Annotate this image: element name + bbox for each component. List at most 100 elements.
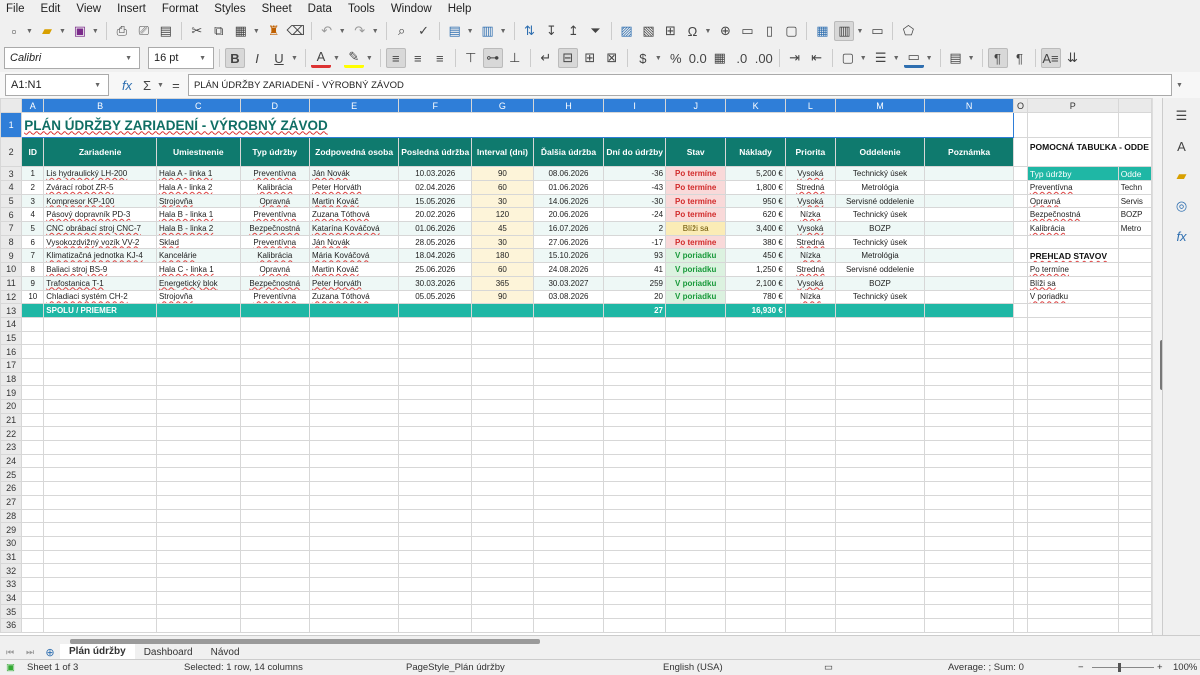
cell[interactable] — [725, 371, 786, 387]
cell[interactable] — [1117, 330, 1152, 346]
cell-days[interactable]: -17 — [603, 234, 667, 250]
cell[interactable] — [532, 563, 605, 578]
cell[interactable] — [532, 344, 605, 359]
cell[interactable] — [834, 330, 926, 346]
cell-interval[interactable]: 120 — [471, 207, 534, 223]
cell[interactable] — [1026, 618, 1119, 633]
cell-type[interactable]: Preventívna — [239, 289, 310, 305]
column-header-p[interactable]: P — [1026, 98, 1119, 113]
cell[interactable] — [1026, 508, 1119, 524]
cell[interactable] — [1117, 371, 1152, 387]
cell[interactable] — [665, 576, 727, 592]
cell-person[interactable]: Zuzana Tóthová — [308, 289, 400, 305]
cell[interactable] — [239, 522, 310, 537]
cell[interactable] — [784, 316, 836, 332]
cell[interactable] — [1026, 385, 1119, 400]
cell[interactable] — [155, 535, 241, 551]
hyperlink-icon[interactable]: ⊕ — [715, 21, 735, 41]
cell[interactable] — [1013, 618, 1028, 633]
row-header[interactable]: 36 — [0, 618, 23, 633]
cell[interactable] — [784, 426, 836, 442]
cell[interactable] — [155, 412, 241, 428]
insert-image-icon[interactable]: ▨ — [617, 21, 637, 41]
cell-last[interactable]: 02.04.2026 — [398, 180, 473, 195]
cell[interactable] — [308, 604, 400, 619]
cell[interactable] — [239, 440, 310, 455]
cell[interactable] — [924, 453, 1015, 469]
cell[interactable] — [21, 481, 45, 496]
cell[interactable] — [308, 576, 400, 592]
decrease-indent-icon[interactable]: ⇤ — [807, 48, 827, 68]
cell[interactable] — [603, 399, 667, 414]
cell-next[interactable]: 15.10.2026 — [532, 248, 605, 264]
cell-dept[interactable]: Metrológia — [834, 248, 926, 264]
cell[interactable] — [784, 494, 836, 510]
cell[interactable] — [924, 357, 1015, 373]
cell[interactable] — [239, 426, 310, 442]
sum-info[interactable]: Average: ; Sum: 0 — [948, 662, 1024, 673]
cell-dept[interactable]: Technický úsek — [834, 289, 926, 305]
cell[interactable] — [603, 549, 667, 565]
align-center-icon[interactable]: ≡ — [408, 48, 428, 68]
cell[interactable] — [308, 399, 400, 414]
cell[interactable] — [784, 357, 836, 373]
split-window-icon[interactable]: ▥ — [834, 21, 855, 41]
cell[interactable] — [398, 344, 473, 359]
percent-format-icon[interactable]: % — [666, 48, 686, 68]
cell[interactable] — [43, 508, 157, 524]
cell[interactable] — [1013, 399, 1028, 414]
delete-decimal-icon[interactable]: .00 — [754, 48, 774, 68]
cell[interactable] — [784, 563, 836, 578]
cell[interactable] — [532, 522, 605, 537]
cell[interactable] — [1013, 371, 1028, 387]
cell[interactable] — [239, 618, 310, 633]
cell[interactable] — [1013, 549, 1028, 565]
cell[interactable] — [725, 453, 786, 469]
menu-item-sheet[interactable]: Sheet — [262, 3, 292, 15]
column-header-b[interactable]: B — [43, 98, 157, 113]
cell[interactable] — [398, 303, 473, 318]
cell-device[interactable]: Trafostanica T-1 — [43, 275, 157, 291]
cell[interactable] — [834, 576, 926, 592]
cell[interactable] — [43, 522, 157, 537]
totals-cost[interactable]: 16,930 € — [725, 303, 786, 318]
row-header[interactable]: 28 — [0, 508, 23, 524]
cell[interactable] — [43, 576, 157, 592]
cell[interactable] — [1117, 508, 1152, 524]
cell[interactable] — [43, 467, 157, 483]
cell[interactable] — [1026, 344, 1119, 359]
border-color-icon[interactable]: ▭ — [903, 48, 924, 68]
cell[interactable] — [1026, 399, 1119, 414]
cell-dept[interactable]: Metrológia — [834, 180, 926, 195]
cell-status[interactable]: Po termíne — [665, 207, 727, 223]
zoom-in-icon[interactable]: + — [1157, 662, 1163, 673]
cell[interactable] — [43, 385, 157, 400]
font-name-box[interactable]: Calibri ▼ — [4, 47, 140, 69]
cell[interactable] — [1117, 604, 1152, 619]
cell[interactable] — [834, 357, 926, 373]
header-cell[interactable]: Ďalšia údržba — [532, 137, 605, 167]
cell[interactable] — [834, 590, 926, 606]
cell[interactable] — [1117, 522, 1152, 537]
cell[interactable] — [471, 399, 534, 414]
cell[interactable] — [1117, 618, 1152, 633]
cell[interactable] — [21, 522, 45, 537]
cell-person[interactable]: Martin Kováč — [308, 193, 400, 209]
paste-icon[interactable]: ▦ — [231, 21, 251, 41]
cell[interactable] — [308, 440, 400, 455]
cell-days[interactable]: 259 — [603, 275, 667, 291]
cell[interactable] — [239, 344, 310, 359]
cell[interactable] — [1117, 262, 1152, 277]
cell[interactable] — [665, 549, 727, 565]
cell-status[interactable]: Blíži sa — [665, 221, 727, 236]
cell[interactable] — [398, 549, 473, 565]
cell[interactable] — [834, 371, 926, 387]
cell[interactable] — [43, 590, 157, 606]
cell-dept[interactable]: BOZP — [834, 275, 926, 291]
cell[interactable] — [665, 440, 727, 455]
cell[interactable] — [1026, 549, 1119, 565]
insert-chart-icon[interactable]: ▧ — [639, 21, 659, 41]
cell[interactable] — [1013, 412, 1028, 428]
cell-location[interactable]: Energetický blok — [155, 275, 241, 291]
cell[interactable] — [1013, 453, 1028, 469]
